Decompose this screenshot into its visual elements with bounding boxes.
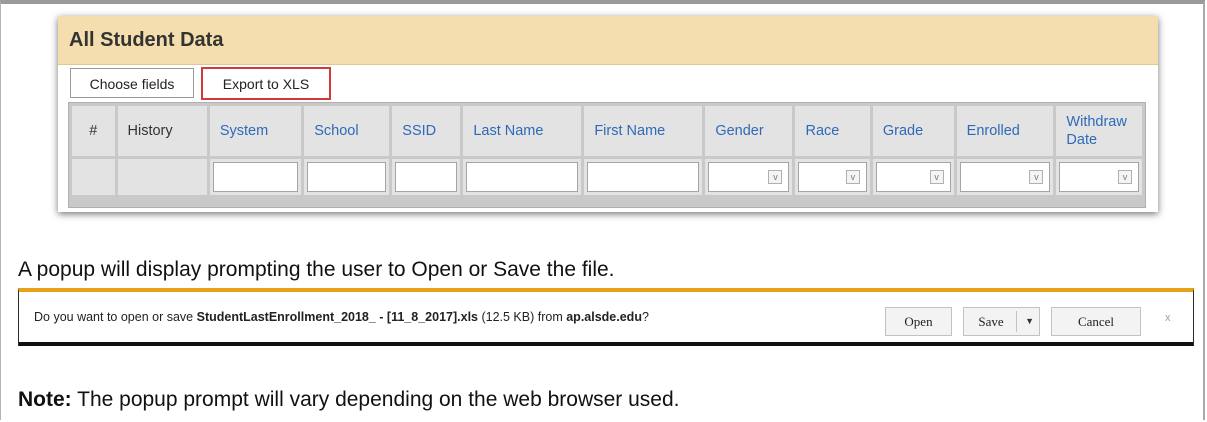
student-data-panel: All Student Data Choose fields Export to… bbox=[58, 16, 1158, 212]
grade-filter-select[interactable]: v bbox=[875, 162, 951, 192]
chevron-down-icon[interactable]: v bbox=[845, 170, 860, 184]
note-body: The popup prompt will vary depending on … bbox=[71, 388, 680, 411]
column-header-history: History bbox=[117, 106, 207, 156]
popup-message-prefix: Do you want to open or save bbox=[34, 310, 197, 324]
race-filter-select[interactable]: v bbox=[798, 162, 867, 192]
open-button[interactable]: Open bbox=[885, 307, 952, 336]
popup-domain: ap.alsde.edu bbox=[566, 310, 642, 324]
save-split-divider bbox=[1016, 311, 1017, 332]
popup-message: Do you want to open or save StudentLastE… bbox=[34, 310, 649, 324]
withdraw-date-filter-select[interactable]: v bbox=[1059, 162, 1139, 192]
column-header-enrolled[interactable]: Enrolled bbox=[956, 106, 1054, 156]
column-header-first-name[interactable]: First Name bbox=[584, 106, 703, 156]
school-filter-input[interactable] bbox=[307, 162, 387, 192]
chevron-down-icon[interactable]: v bbox=[1118, 170, 1132, 184]
column-header-number: # bbox=[72, 106, 115, 156]
column-header-gender[interactable]: Gender bbox=[705, 106, 793, 156]
popup-bottom-border bbox=[19, 342, 1193, 346]
download-popup: Do you want to open or save StudentLastE… bbox=[18, 288, 1194, 346]
enrolled-filter-select[interactable]: v bbox=[959, 162, 1051, 192]
save-button-label: Save bbox=[978, 314, 1004, 329]
filter-row: v v v v v bbox=[72, 159, 1142, 195]
column-header-last-name[interactable]: Last Name bbox=[463, 106, 582, 156]
note-label: Note: bbox=[18, 388, 72, 411]
popup-message-suffix: ? bbox=[641, 310, 649, 324]
export-xls-button[interactable]: Export to XLS bbox=[201, 67, 331, 100]
instruction-text: A popup will display prompting the user … bbox=[18, 258, 615, 281]
column-header-withdraw-date[interactable]: Withdraw Date bbox=[1056, 106, 1142, 156]
filter-cell-number bbox=[72, 159, 115, 195]
chevron-down-icon[interactable]: v bbox=[768, 170, 783, 184]
close-icon[interactable]: x bbox=[1165, 312, 1171, 324]
save-options-dropdown-icon[interactable]: ▼ bbox=[1025, 308, 1034, 335]
popup-filename: StudentLastEnrollment_2018_ - [11_8_2017… bbox=[196, 310, 478, 324]
chevron-down-icon[interactable]: v bbox=[1029, 170, 1044, 184]
first-name-filter-input[interactable] bbox=[587, 162, 700, 192]
chevron-down-icon[interactable]: v bbox=[929, 170, 944, 184]
gender-filter-select[interactable]: v bbox=[708, 162, 790, 192]
column-header-grade[interactable]: Grade bbox=[872, 106, 954, 156]
last-name-filter-input[interactable] bbox=[466, 162, 579, 192]
save-button[interactable]: Save ▼ bbox=[963, 307, 1040, 336]
ssid-filter-input[interactable] bbox=[395, 162, 458, 192]
page-title: All Student Data bbox=[69, 29, 224, 51]
panel-title-bar: All Student Data bbox=[58, 16, 1158, 65]
cancel-button[interactable]: Cancel bbox=[1051, 307, 1141, 336]
choose-fields-button[interactable]: Choose fields bbox=[70, 68, 194, 98]
column-header-system[interactable]: System bbox=[209, 106, 302, 156]
column-header-school[interactable]: School bbox=[304, 106, 390, 156]
note-text: Note: The popup prompt will vary dependi… bbox=[18, 388, 679, 412]
popup-file-size: (12.5 KB) from bbox=[478, 310, 567, 324]
column-header-race[interactable]: Race bbox=[795, 106, 870, 156]
column-header-ssid[interactable]: SSID bbox=[392, 106, 461, 156]
header-row: # History System School SSID Last Name F… bbox=[72, 106, 1142, 156]
filter-cell-history bbox=[117, 159, 207, 195]
system-filter-input[interactable] bbox=[212, 162, 299, 192]
student-data-grid: # History System School SSID Last Name F… bbox=[68, 102, 1146, 208]
